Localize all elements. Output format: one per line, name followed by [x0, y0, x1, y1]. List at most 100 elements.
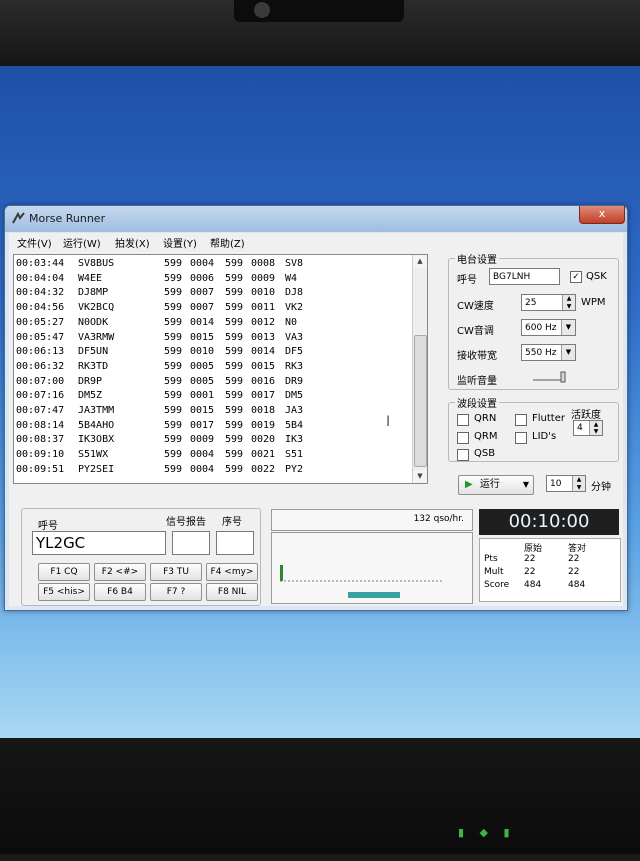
- log-rst-rcvd: 599: [225, 346, 244, 358]
- rate-panel: 132 qso/hr.: [271, 509, 473, 531]
- log-call: IK3OBX: [78, 434, 115, 446]
- log-rst-sent: 599: [164, 434, 183, 446]
- cw-pitch-select[interactable]: 600 Hz ▼: [521, 319, 576, 336]
- log-call: DM5Z: [78, 390, 103, 402]
- activity-input[interactable]: 4 ▲ ▼: [573, 420, 603, 436]
- title-bar[interactable]: Morse Runner x: [5, 206, 627, 232]
- f1-cq-button[interactable]: F1 CQ: [38, 563, 90, 581]
- log-rst-rcvd: 599: [225, 258, 244, 269]
- log-nr-sent: 0005: [190, 360, 215, 372]
- menu-settings[interactable]: 设置(Y): [163, 235, 197, 250]
- scroll-down-icon[interactable]: ▼: [413, 470, 427, 483]
- signal-scope-graph: [280, 565, 442, 598]
- log-call: SV8BUS: [78, 258, 115, 269]
- log-nr-rcvd: 0012: [251, 316, 276, 328]
- log-rst-rcvd: 599: [225, 360, 244, 372]
- log-rst-sent: 599: [164, 316, 183, 328]
- scroll-thumb[interactable]: [414, 335, 427, 467]
- run-button[interactable]: ▶ 运行 ▼: [458, 475, 534, 495]
- log-nr-rcvd: 0021: [251, 449, 276, 461]
- entry-call-input[interactable]: YL2GC: [32, 531, 166, 555]
- log-time: 00:06:32: [16, 360, 65, 372]
- log-prefix: RK3: [285, 360, 304, 372]
- qsb-checkbox[interactable]: [457, 449, 469, 461]
- log-rst-sent: 599: [164, 405, 183, 416]
- rx-bandwidth-select[interactable]: 550 Hz ▼: [521, 344, 576, 361]
- score-raw-value: 22: [524, 567, 536, 577]
- entry-panel: 呼号 信号报告 序号 YL2GC F1 CQ F2 <#> F3 TU F4 <…: [21, 508, 261, 606]
- menu-send[interactable]: 拍发(X): [115, 235, 150, 250]
- log-time: 00:09:10: [16, 449, 65, 461]
- log-rst-rcvd: 599: [225, 390, 244, 402]
- cw-speed-label: CW速度: [457, 301, 494, 312]
- app-icon: [12, 212, 25, 224]
- scroll-up-icon[interactable]: ▲: [413, 255, 427, 268]
- qso-log[interactable]: 00:03:44 SV8BUS 599 0004 599 0008 SV8 00:04:04 W…: [13, 254, 428, 484]
- log-nr-sent: 0007: [190, 287, 215, 299]
- qsk-checkbox[interactable]: ✓: [570, 271, 582, 283]
- qrm-label: QRM: [474, 431, 498, 442]
- log-call: N0ODK: [78, 316, 109, 328]
- log-call: VA3RMW: [78, 331, 115, 343]
- log-nr-rcvd: 0020: [251, 434, 276, 446]
- log-call: DF5UN: [78, 346, 109, 358]
- close-button[interactable]: x: [579, 206, 625, 224]
- log-time: 00:07:00: [16, 375, 65, 387]
- entry-call-label: 呼号: [38, 521, 58, 532]
- chevron-down-icon[interactable]: ▼: [561, 345, 575, 360]
- log-prefix: DF5: [285, 346, 304, 358]
- station-call-input[interactable]: BG7LNH: [489, 268, 560, 285]
- lids-checkbox[interactable]: [515, 432, 527, 444]
- entry-nr-input[interactable]: [216, 531, 254, 555]
- log-nr-sent: 0004: [190, 258, 215, 269]
- menu-run[interactable]: 运行(W): [63, 235, 101, 250]
- chevron-down-icon[interactable]: ▼: [561, 320, 575, 335]
- score-table: 原始 答对 Pts 22 22 Mult 22 22 Score 484 484: [479, 538, 621, 602]
- qrm-checkbox[interactable]: [457, 432, 469, 444]
- duration-spinner-icon[interactable]: ▲ ▼: [572, 476, 585, 491]
- flutter-checkbox[interactable]: [515, 414, 527, 426]
- log-prefix: DM5: [285, 390, 304, 402]
- score-verified-value: 22: [568, 554, 580, 564]
- f8-nil-button[interactable]: F8 NIL: [206, 583, 258, 601]
- menu-help[interactable]: 帮助(Z): [210, 235, 245, 250]
- monitor-volume-slider[interactable]: [531, 371, 571, 383]
- log-prefix: IK3: [285, 434, 304, 446]
- log-rst-sent: 599: [164, 375, 183, 387]
- f5-his-button[interactable]: F5 <his>: [38, 583, 90, 601]
- cw-speed-spinner-icon[interactable]: ▲ ▼: [562, 295, 575, 310]
- f3-tu-button[interactable]: F3 TU: [150, 563, 202, 581]
- log-rst-sent: 599: [164, 302, 183, 314]
- cw-speed-input[interactable]: 25 ▲ ▼: [521, 294, 576, 311]
- qrn-checkbox[interactable]: [457, 414, 469, 426]
- log-scrollbar[interactable]: ▲ ▼: [412, 255, 427, 483]
- f6-b4-button[interactable]: F6 B4: [94, 583, 146, 601]
- log-rst-rcvd: 599: [225, 405, 244, 416]
- menu-file[interactable]: 文件(V): [17, 235, 52, 250]
- log-rst-rcvd: 599: [225, 287, 244, 299]
- f4-my-button[interactable]: F4 <my>: [206, 563, 258, 581]
- activity-spinner-icon[interactable]: ▲ ▼: [589, 421, 602, 435]
- log-rst-sent: 599: [164, 258, 183, 269]
- cw-pitch-label: CW音调: [457, 326, 494, 337]
- rx-bandwidth-label: 接收带宽: [457, 351, 497, 362]
- log-call: JA3TMM: [78, 405, 115, 416]
- chevron-down-icon: ▼: [522, 480, 529, 489]
- f2-exchange-button[interactable]: F2 <#>: [94, 563, 146, 581]
- bandmap-scope: [271, 532, 473, 604]
- log-prefix: N0: [285, 316, 298, 328]
- entry-rst-input[interactable]: [172, 531, 210, 555]
- log-nr-rcvd: 0015: [251, 360, 276, 372]
- log-nr-rcvd: 0018: [251, 405, 276, 416]
- play-icon: ▶: [465, 479, 473, 490]
- score-header-verified: 答对: [568, 544, 587, 554]
- f7-query-button[interactable]: F7 ?: [150, 583, 202, 601]
- duration-input[interactable]: 10 ▲ ▼: [546, 475, 586, 492]
- log-time: 00:04:32: [16, 287, 65, 299]
- score-raw-value: 22: [524, 554, 536, 564]
- log-nr-sent: 0006: [190, 272, 215, 284]
- log-rst-sent: 599: [164, 449, 183, 461]
- log-time: 00:09:51: [16, 463, 65, 475]
- log-rst-sent: 599: [164, 463, 183, 475]
- monitor-bezel-bottom: [0, 738, 640, 854]
